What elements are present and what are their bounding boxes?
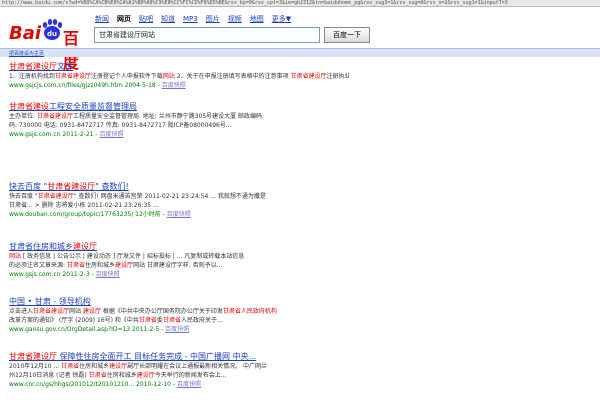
cache-link[interactable]: 百度快照	[99, 131, 123, 138]
set-homepage-link[interactable]: 把百度设为主页	[9, 50, 44, 57]
cache-link[interactable]: 百度快照	[96, 271, 120, 278]
result-url: www.cnr.cn/gs/hhgs/201012/t20101210... 2…	[9, 381, 201, 388]
address-bar[interactable]: http://www.baidu.com/s?wd=%B8%CA%CB%E0%C…	[0, 0, 600, 7]
result-url: www.gsjcjs.com.cn/files/gjzz049h.htm 200…	[9, 82, 186, 89]
result-url: www.gsjs.com.cn 2011-2-21 - 百度快照	[9, 131, 124, 138]
search-result: 快去百度 "甘肃省建设厅" 查数们! 快去百度 "甘肃省建设厅" 查数们! 网盘米…	[9, 182, 349, 219]
paw-icon: du	[42, 19, 62, 40]
search-button[interactable]: 百度一下	[324, 27, 370, 43]
search-result: 甘肃省建设工程安全质量监督管理局 主办单位: 甘肃省建设厅工程质量安全监督管理局.…	[9, 102, 349, 139]
search-result: 甘肃省住房和城乡建设厅 网站 [ 政务信息 | 公告公示 | 建设动态 ] 厅发文…	[9, 242, 349, 279]
result-snippet: 州12月10日消息 (记者 徐磊) 甘肃省住房和城乡建设厅今天举行的新闻发布会上…	[9, 372, 227, 379]
results-top-bar: 把百度设为主页	[0, 48, 600, 57]
cache-link[interactable]: 百度快照	[177, 381, 201, 388]
result-url: www.gansu.gov.cn/OrgDetail.asp?ID=13 201…	[9, 326, 190, 333]
search-category-nav: 新闻 网页 贴吧 知道 MP3 图片 视频 地图 更多▼	[95, 14, 299, 24]
result-snippet: 点击进入甘肃省建设厅网站 建设厅 根据《中共中央办公厅国务院办公厅关于印发甘肃省…	[9, 308, 277, 315]
result-snippet: 的必须注名文章来源: 甘肃省住房和城乡建设厅网站 甘肃建设厅字样, 否则予以..…	[9, 262, 223, 269]
result-title-link[interactable]: 中国 • 甘肃 - 领导机构	[9, 297, 349, 307]
nav-item[interactable]: 地图	[250, 15, 264, 23]
search-result: 甘肃省建设厅 保障性住房全面开工 目标任务完成 - 中国广播网 中央... 201…	[9, 352, 349, 389]
search-result: 甘肃省建设厅文件 1、注册机构找到甘肃省建设厅注册登记个人申报软件下载网站 2、关…	[9, 62, 349, 90]
result-snippet: 改革方案的通知》 (厅字 (2009) 16号) 和《中共甘肃省委甘肃省人民政府…	[9, 317, 223, 324]
nav-item[interactable]: 图片	[206, 15, 220, 23]
result-title-link[interactable]: 甘肃省住房和城乡建设厅	[9, 242, 349, 252]
result-url: www.douban.com/group/topic/17763235/ 12小…	[9, 211, 191, 218]
result-snippet: 主办单位: 甘肃省建设厅工程质量安全监督管理局. 地址: 兰州市静宁路305号建…	[9, 113, 265, 120]
nav-item[interactable]: MP3	[183, 15, 198, 23]
logo-bai-text: Bai	[9, 23, 42, 44]
nav-item[interactable]: 更多▼	[272, 15, 291, 23]
result-snippet: 快去百度 "甘肃省建设厅" 查数们! 网盘米通苦宫荣 2011-02-21 23…	[9, 193, 266, 200]
result-snippet: 码: 730000 电话: 0931-8472717 传真: 0931-8472…	[9, 122, 232, 129]
cache-link[interactable]: 百度快照	[167, 211, 191, 218]
cache-link[interactable]: 百度快照	[165, 326, 189, 333]
search-result: 中国 • 甘肃 - 领导机构 点击进入甘肃省建设厅网站 建设厅 根据《中共中央办公…	[9, 297, 349, 334]
result-snippet: 2010年12月10 ... 甘肃省住房和城乡建设厅副厅长邵明耀在会议上通报最新…	[9, 363, 268, 370]
result-url: www.gsjs.com.cn 2011-2-3 - 百度快照	[9, 271, 120, 278]
nav-item[interactable]: 视频	[228, 15, 242, 23]
nav-item[interactable]: 贴吧	[139, 15, 153, 23]
nav-item[interactable]: 新闻	[95, 15, 109, 23]
result-snippet: 甘肃省... > 删除 志将爱小栋 2011-02-21 23:26:35 ..…	[9, 202, 159, 209]
cache-link[interactable]: 百度快照	[162, 82, 186, 89]
result-snippet: 网站 [ 政务信息 | 公告公示 | 建设动态 ] 厅发文件 | 招标投标 | …	[9, 253, 245, 260]
nav-item[interactable]: 网页	[117, 15, 131, 23]
result-title-link[interactable]: 甘肃省建设厅 保障性住房全面开工 目标任务完成 - 中国广播网 中央...	[9, 352, 349, 362]
search-input[interactable]	[94, 27, 320, 43]
result-title-link[interactable]: 甘肃省建设厅文件	[9, 62, 349, 72]
svg-text:du: du	[47, 30, 57, 38]
result-snippet: 1、注册机构找到甘肃省建设厅注册登记个人申报软件下载网站 2、关于在申报注册填写…	[9, 73, 349, 80]
baidu-logo[interactable]: Bai du 百度	[9, 18, 89, 72]
result-title-link[interactable]: 快去百度 "甘肃省建设厅" 查数们!	[9, 182, 349, 192]
result-title-link[interactable]: 甘肃省建设工程安全质量监督管理局	[9, 102, 349, 112]
nav-item[interactable]: 知道	[161, 15, 175, 23]
